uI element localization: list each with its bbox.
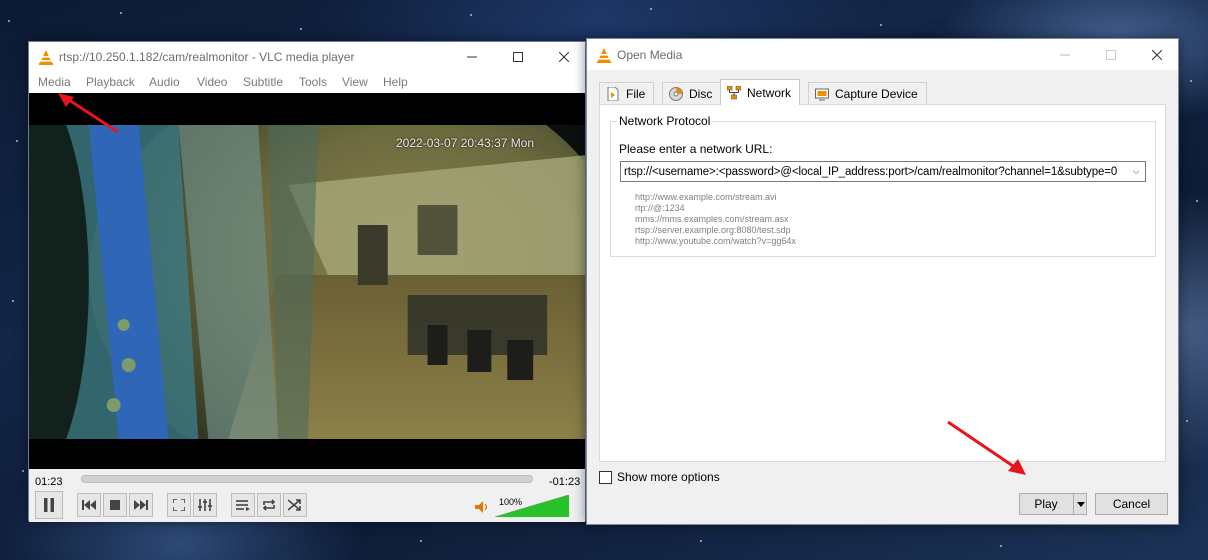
cancel-button-label: Cancel bbox=[1112, 497, 1151, 511]
menu-tools[interactable]: Tools bbox=[299, 75, 327, 89]
menu-bar: Media Playback Audio Video Subtitle Tool… bbox=[29, 71, 585, 93]
maximize-icon bbox=[1106, 49, 1116, 60]
tab-file[interactable]: File bbox=[599, 82, 655, 104]
minimize-icon bbox=[467, 56, 477, 57]
remaining-time: -01:23 bbox=[549, 476, 581, 488]
shuffle-button[interactable] bbox=[283, 493, 307, 517]
open-media-dialog: Open Media File Disc Network Capture Dev… bbox=[586, 38, 1179, 525]
menu-video[interactable]: Video bbox=[197, 75, 227, 89]
playlist-icon bbox=[236, 500, 250, 511]
capture-device-icon bbox=[815, 88, 829, 100]
url-example: mms://mms.examples.com/stream.asx bbox=[635, 214, 789, 224]
video-display[interactable]: 2022-03-07 20:43:37 Mon bbox=[29, 93, 585, 469]
shuffle-icon bbox=[288, 499, 301, 511]
tab-network-label: Network bbox=[747, 85, 792, 100]
vlc-cone-icon bbox=[39, 50, 53, 65]
url-example: http://www.example.com/stream.avi bbox=[635, 192, 777, 202]
group-label: Network Protocol bbox=[617, 114, 713, 128]
skip-back-icon bbox=[82, 500, 96, 510]
play-dropdown-button[interactable] bbox=[1073, 493, 1087, 515]
elapsed-time: 01:23 bbox=[35, 476, 63, 488]
menu-audio[interactable]: Audio bbox=[149, 75, 180, 89]
dialog-title-bar[interactable]: Open Media bbox=[587, 39, 1178, 70]
show-more-options-label: Show more options bbox=[617, 470, 720, 484]
cancel-button[interactable]: Cancel bbox=[1095, 493, 1168, 515]
vlc-title-bar[interactable]: rtsp://10.250.1.182/cam/realmonitor - VL… bbox=[29, 42, 585, 71]
stop-icon bbox=[110, 500, 120, 510]
network-protocol-group: Network Protocol Please enter a network … bbox=[610, 114, 1156, 257]
playback-controls: 01:23 -01:23 100% bbox=[29, 469, 585, 522]
loop-button[interactable] bbox=[257, 493, 281, 517]
speaker-icon[interactable] bbox=[475, 501, 489, 513]
disc-icon bbox=[669, 86, 683, 101]
dialog-title: Open Media bbox=[617, 48, 683, 62]
triangle-down-icon bbox=[1076, 501, 1085, 507]
close-icon bbox=[1152, 49, 1162, 60]
tab-disc[interactable]: Disc bbox=[662, 82, 722, 104]
tab-capture-device-label: Capture Device bbox=[835, 86, 918, 101]
close-icon bbox=[559, 51, 569, 62]
menu-subtitle[interactable]: Subtitle bbox=[243, 75, 283, 89]
url-example: rtp://@:1234 bbox=[635, 203, 685, 213]
vlc-main-window: rtsp://10.250.1.182/cam/realmonitor - VL… bbox=[28, 41, 586, 522]
loop-icon bbox=[262, 499, 276, 511]
url-example: http://www.youtube.com/watch?v=gg64x bbox=[635, 236, 796, 246]
extended-settings-button[interactable] bbox=[193, 493, 217, 517]
pause-button[interactable] bbox=[35, 491, 63, 519]
url-examples: http://www.example.com/stream.avi rtp://… bbox=[635, 192, 796, 247]
url-value[interactable]: rtsp://<username>:<password>@<local_IP_a… bbox=[621, 166, 1127, 178]
play-button-label: Play bbox=[1034, 497, 1058, 511]
file-icon bbox=[607, 86, 619, 101]
menu-view[interactable]: View bbox=[342, 75, 368, 89]
window-title: rtsp://10.250.1.182/cam/realmonitor - VL… bbox=[59, 50, 355, 64]
playlist-button[interactable] bbox=[231, 493, 255, 517]
network-icon bbox=[727, 85, 741, 99]
network-url-input[interactable]: rtsp://<username>:<password>@<local_IP_a… bbox=[620, 161, 1146, 182]
dialog-close-button[interactable] bbox=[1134, 39, 1180, 70]
fullscreen-icon bbox=[173, 499, 185, 511]
close-button[interactable] bbox=[541, 42, 587, 71]
pause-icon bbox=[44, 498, 54, 512]
url-prompt-label: Please enter a network URL: bbox=[619, 142, 773, 156]
minimize-icon bbox=[1060, 54, 1070, 55]
minimize-button[interactable] bbox=[449, 42, 495, 71]
dialog-maximize-button[interactable] bbox=[1088, 39, 1134, 70]
show-more-options-checkbox[interactable]: Show more options bbox=[599, 470, 720, 484]
volume-slider[interactable] bbox=[495, 495, 569, 517]
vlc-cone-icon bbox=[597, 48, 611, 63]
tab-disc-label: Disc bbox=[689, 86, 713, 101]
next-button[interactable] bbox=[129, 493, 153, 517]
stop-button[interactable] bbox=[103, 493, 127, 517]
maximize-button[interactable] bbox=[495, 42, 541, 71]
tab-network[interactable]: Network bbox=[720, 79, 801, 105]
video-timestamp-overlay: 2022-03-07 20:43:37 Mon bbox=[396, 136, 535, 150]
skip-forward-icon bbox=[134, 500, 148, 510]
url-example: rtsp://server.example.org:8080/test.sdp bbox=[635, 225, 791, 235]
network-tab-panel: Network Protocol Please enter a network … bbox=[599, 104, 1166, 462]
checkbox-box[interactable] bbox=[599, 470, 612, 484]
equalizer-icon bbox=[198, 499, 212, 511]
menu-media[interactable]: Media bbox=[38, 75, 71, 89]
fullscreen-button[interactable] bbox=[167, 493, 191, 517]
maximize-icon bbox=[513, 51, 523, 62]
camera-video-frame bbox=[29, 125, 585, 439]
menu-help[interactable]: Help bbox=[383, 75, 408, 89]
tab-file-label: File bbox=[626, 86, 646, 101]
seek-bar[interactable] bbox=[81, 475, 533, 483]
chevron-down-icon[interactable]: ⌵ bbox=[1127, 166, 1145, 177]
menu-playback[interactable]: Playback bbox=[86, 75, 135, 89]
dialog-minimize-button[interactable] bbox=[1042, 39, 1088, 70]
tab-capture-device[interactable]: Capture Device bbox=[808, 82, 927, 104]
previous-button[interactable] bbox=[77, 493, 101, 517]
